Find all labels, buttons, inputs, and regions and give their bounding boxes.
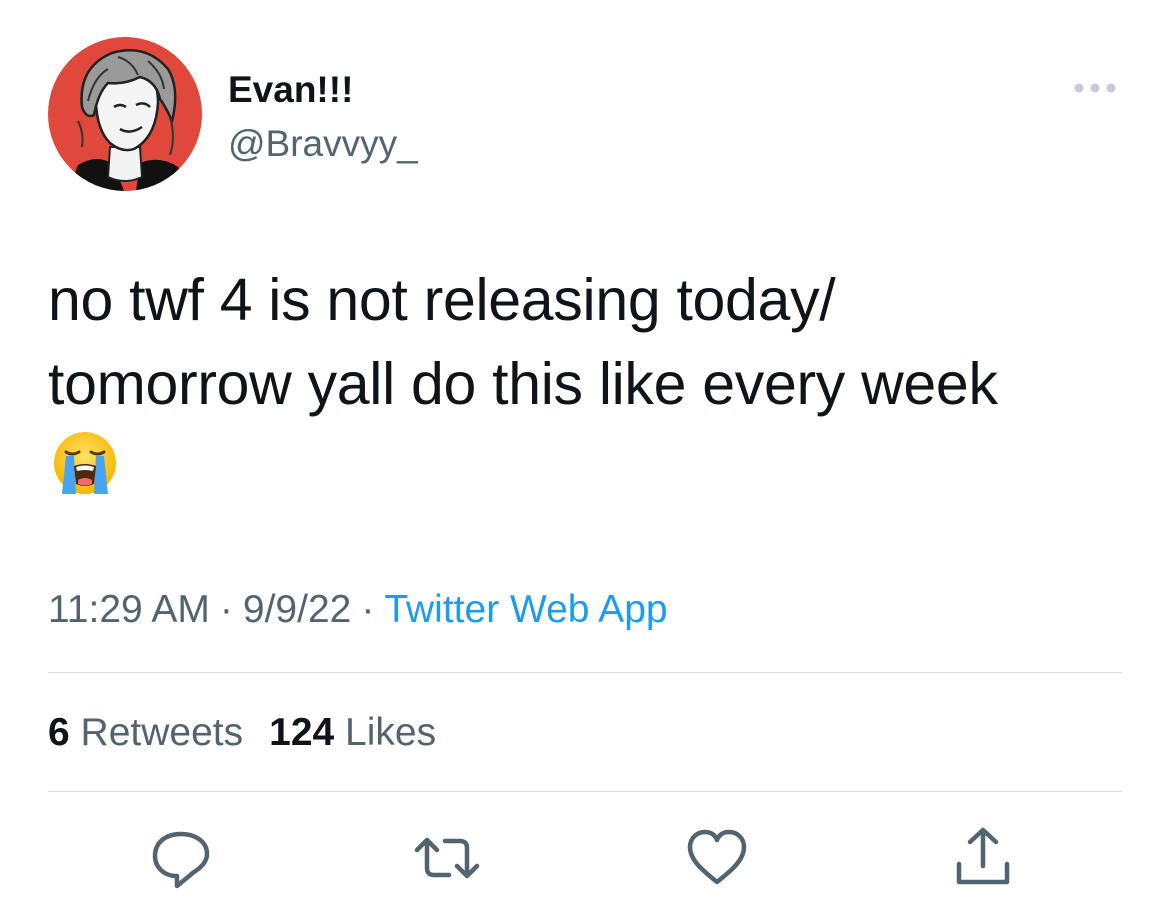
retweet-button[interactable] <box>412 826 482 890</box>
share-icon <box>956 827 1010 885</box>
likes-label: Likes <box>345 711 437 754</box>
retweet-icon <box>414 837 480 879</box>
meta-separator: · <box>219 588 233 631</box>
engagement-stats: 6 Retweets 124 Likes <box>48 708 436 758</box>
retweets-stat[interactable]: 6 Retweets <box>48 711 243 754</box>
more-options-button[interactable] <box>1070 76 1120 100</box>
reply-icon <box>152 831 210 889</box>
tweet-date[interactable]: 9/9/22 <box>243 588 351 631</box>
tweet-text: no twf 4 is not releasing today/ tomorro… <box>48 258 1128 426</box>
tweet-text-line: no twf 4 is not releasing today/ <box>48 267 836 333</box>
cartoon-avatar-icon <box>48 37 202 191</box>
avatar[interactable] <box>48 37 202 191</box>
loudly-crying-face-emoji <box>52 430 118 496</box>
tweet-text-line: tomorrow yall do this like every week <box>48 351 998 417</box>
tweet-metadata: 11:29 AM · 9/9/22 · Twitter Web App <box>48 586 668 634</box>
retweets-label: Retweets <box>80 711 244 754</box>
tweet-source-link[interactable]: Twitter Web App <box>384 588 667 631</box>
likes-stat[interactable]: 124 Likes <box>269 711 436 754</box>
author-handle[interactable]: @Bravvyy_ <box>228 120 418 168</box>
more-dots-icon <box>1074 83 1116 93</box>
divider <box>48 672 1122 673</box>
meta-separator: · <box>361 588 375 631</box>
author-display-name[interactable]: Evan!!! <box>228 66 353 114</box>
tweet-time[interactable]: 11:29 AM <box>48 588 210 631</box>
like-button[interactable] <box>682 826 752 890</box>
retweets-count: 6 <box>48 711 70 754</box>
share-button[interactable] <box>948 826 1018 890</box>
divider <box>48 791 1122 792</box>
reply-button[interactable] <box>146 826 216 890</box>
likes-count: 124 <box>269 711 335 754</box>
like-heart-icon <box>687 829 747 885</box>
